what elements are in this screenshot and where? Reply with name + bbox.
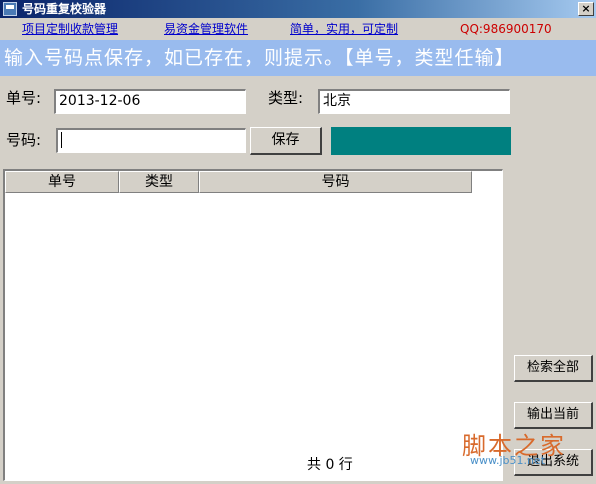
column-header-number[interactable]: 号码: [199, 171, 472, 193]
qq-contact: QQ:986900170: [460, 22, 552, 36]
export-current-button[interactable]: 输出当前: [514, 402, 593, 429]
save-button[interactable]: 保存: [250, 127, 322, 155]
type-field[interactable]: 北京: [318, 89, 510, 114]
close-button[interactable]: ×: [578, 2, 594, 16]
number-label: 号码:: [6, 131, 42, 149]
instruction-banner: 输入号码点保存，如已存在，则提示。【单号，类型任输】: [0, 40, 596, 76]
watermark-url: www.jb51.net: [470, 454, 546, 467]
order-label: 单号:: [6, 89, 42, 107]
window-title: 号码重复校验器: [22, 2, 107, 16]
records-table[interactable]: 单号 类型 号码: [3, 169, 503, 481]
link-fund-software[interactable]: 易资金管理软件: [164, 22, 248, 36]
app-icon: [3, 2, 17, 16]
instruction-text: 输入号码点保存，如已存在，则提示。【单号，类型任输】: [4, 47, 515, 69]
order-number-field[interactable]: 2013-12-06: [54, 89, 246, 114]
type-label: 类型:: [268, 89, 304, 107]
column-header-order[interactable]: 单号: [5, 171, 119, 193]
text-caret: [61, 132, 62, 148]
title-bar: 号码重复校验器 ×: [0, 0, 596, 18]
column-header-type[interactable]: 类型: [119, 171, 199, 193]
number-field[interactable]: [56, 128, 246, 153]
link-custom-billing[interactable]: 项目定制收款管理: [22, 22, 118, 36]
link-simple-practical[interactable]: 简单，实用，可定制: [290, 22, 398, 36]
status-indicator: [331, 127, 511, 155]
row-count: 共 0 行: [307, 457, 353, 473]
search-all-button[interactable]: 检索全部: [514, 355, 593, 382]
menu-bar: 项目定制收款管理 易资金管理软件 简单，实用，可定制 QQ:986900170: [0, 18, 596, 40]
